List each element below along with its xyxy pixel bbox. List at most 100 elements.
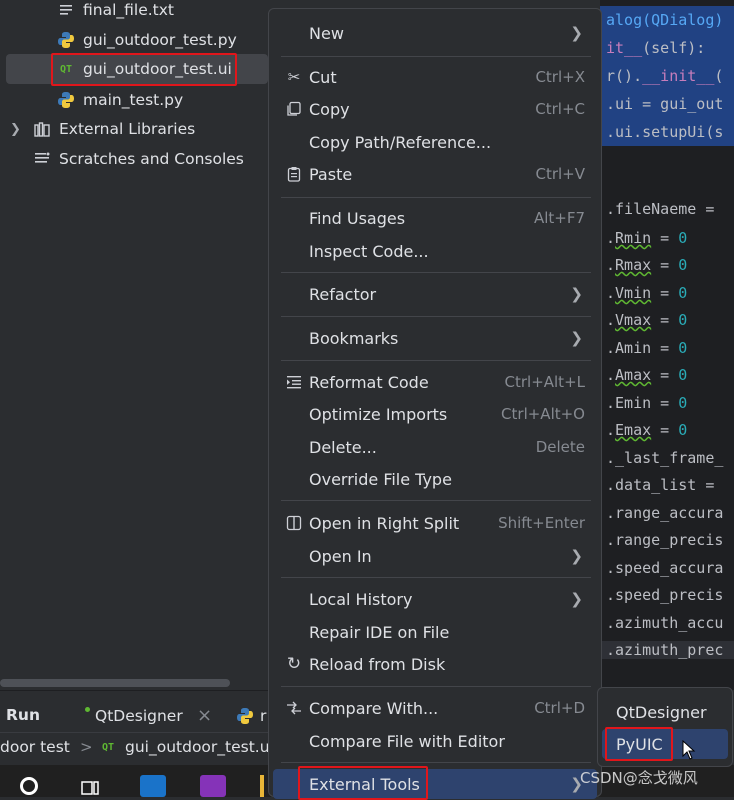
menu-item-paste[interactable]: Paste Ctrl+V <box>273 159 597 189</box>
tree-item-label: gui_outdoor_test.ui <box>83 60 232 78</box>
run-panel-title[interactable]: Run <box>6 706 40 724</box>
menu-separator <box>281 197 591 198</box>
context-menu: New ❯ ✂ Cut Ctrl+X Copy Ctrl+C Copy Path… <box>268 8 602 800</box>
menu-separator <box>281 500 591 501</box>
horizontal-scrollbar[interactable] <box>0 679 230 687</box>
mouse-cursor-icon <box>682 739 696 764</box>
text-file-icon <box>56 0 76 20</box>
menu-item-repair-ide[interactable]: Repair IDE on File <box>273 617 597 647</box>
code-line: .Emin = 0 <box>606 394 688 412</box>
menu-item-delete[interactable]: Delete... Delete <box>273 432 597 462</box>
menu-item-cut[interactable]: ✂ Cut Ctrl+X <box>273 62 597 92</box>
tree-item-gui-outdoor-test-py[interactable]: gui_outdoor_test.py <box>56 26 237 54</box>
code-line: .Emax = 0 <box>606 421 688 439</box>
qt-ui-file-icon: QT <box>102 742 115 753</box>
outlook-icon[interactable] <box>140 775 166 797</box>
chevron-right-icon: ❯ <box>570 590 583 608</box>
watermark: CSDN@念戈微风 <box>580 769 698 787</box>
python-icon <box>56 30 76 50</box>
menu-separator <box>281 762 591 763</box>
chevron-right-icon: ❯ <box>570 329 583 347</box>
run-tab-partial[interactable]: r <box>260 707 266 725</box>
tree-item-final-file[interactable]: final_file.txt <box>56 0 174 24</box>
code-editor[interactable]: alog(QDialog) it__(self): r().__init__( … <box>600 0 734 690</box>
menu-item-compare-file-with-editor[interactable]: Compare File with Editor <box>273 726 597 756</box>
menu-item-compare-with[interactable]: Compare With... Ctrl+D <box>273 693 597 723</box>
task-view-icon[interactable] <box>80 779 100 795</box>
submenu-item-qtdesigner[interactable]: QtDesigner <box>602 697 728 727</box>
tree-item-label: final_file.txt <box>83 1 175 19</box>
menu-item-optimize-imports[interactable]: Optimize Imports Ctrl+Alt+O <box>273 399 597 429</box>
python-icon <box>236 707 254 729</box>
onenote-icon[interactable] <box>200 775 226 797</box>
code-line: .ui.setupUi(s <box>600 118 734 146</box>
run-tab-qtdesigner[interactable]: QtDesigner <box>95 707 183 725</box>
code-line: .Amax = 0 <box>606 366 688 384</box>
tree-item-label: gui_outdoor_test.py <box>83 31 237 49</box>
python-icon <box>56 90 76 110</box>
menu-item-open-right-split[interactable]: Open in Right Split Shift+Enter <box>273 508 597 538</box>
code-line: .speed_precis <box>606 586 724 604</box>
search-icon[interactable] <box>20 777 38 795</box>
menu-item-inspect-code[interactable]: Inspect Code... <box>273 236 597 266</box>
code-line: r().__init__( <box>600 62 734 90</box>
chevron-right-icon: ❯ <box>570 547 583 565</box>
reload-icon: ↻ <box>286 654 302 674</box>
reformat-icon <box>285 373 303 391</box>
menu-item-external-tools[interactable]: External Tools ❯ <box>273 769 597 799</box>
code-line: .azimuth_accu <box>606 614 724 632</box>
project-tree: final_file.txt gui_outdoor_test.py QT gu… <box>0 0 268 690</box>
breadcrumb-separator: > <box>80 738 93 756</box>
external-tools-submenu: QtDesigner PyUIC <box>597 687 733 767</box>
code-line: .data_list = <box>606 476 724 494</box>
menu-item-reformat-code[interactable]: Reformat Code Ctrl+Alt+L <box>273 367 597 397</box>
chevron-right-icon: ❯ <box>570 24 583 42</box>
code-line: .Rmax = 0 <box>606 256 688 274</box>
qt-ui-file-icon: QT <box>59 63 73 75</box>
menu-item-copy-path[interactable]: Copy Path/Reference... <box>273 127 597 157</box>
compare-icon <box>285 699 303 717</box>
code-line: .azimuth_prec <box>600 641 734 659</box>
tree-item-main-test-py[interactable]: main_test.py <box>56 86 183 114</box>
menu-separator <box>281 316 591 317</box>
code-line: .Rmin = 0 <box>606 229 688 247</box>
code-line: .Vmin = 0 <box>606 284 688 302</box>
menu-item-local-history[interactable]: Local History ❯ <box>273 584 597 614</box>
tree-item-external-libraries[interactable]: ❯ External Libraries <box>10 115 195 143</box>
close-tab-icon[interactable]: × <box>197 705 212 726</box>
library-icon <box>32 119 52 139</box>
code-line: .ui = gui_out <box>600 90 734 118</box>
taskbar-app-icon[interactable] <box>260 775 264 797</box>
scratches-icon <box>32 149 52 169</box>
menu-separator <box>281 272 591 273</box>
code-line: alog(QDialog) <box>600 6 734 34</box>
menu-item-override-file-type[interactable]: Override File Type <box>273 464 597 494</box>
code-line: .range_accura <box>606 504 724 522</box>
paste-icon <box>285 165 303 183</box>
menu-item-refactor[interactable]: Refactor ❯ <box>273 279 597 309</box>
chevron-right-icon[interactable]: ❯ <box>10 122 32 137</box>
menu-item-reload-from-disk[interactable]: ↻ Reload from Disk <box>273 649 597 679</box>
menu-separator <box>281 360 591 361</box>
menu-item-open-in[interactable]: Open In ❯ <box>273 541 597 571</box>
copy-icon <box>285 100 303 118</box>
code-line: .Amin = 0 <box>606 339 688 357</box>
menu-item-copy[interactable]: Copy Ctrl+C <box>273 94 597 124</box>
menu-item-new[interactable]: New ❯ <box>273 18 597 48</box>
menu-item-find-usages[interactable]: Find Usages Alt+F7 <box>273 203 597 233</box>
python-run-dot-icon <box>85 707 90 712</box>
tree-item-label: Scratches and Consoles <box>59 150 244 168</box>
menu-separator <box>281 686 591 687</box>
tree-item-scratches[interactable]: Scratches and Consoles <box>32 145 244 173</box>
code-line: .Vmax = 0 <box>606 311 688 329</box>
menu-separator <box>281 56 591 57</box>
split-icon <box>285 514 303 532</box>
submenu-item-pyuic[interactable]: PyUIC <box>602 729 728 759</box>
code-line: ._last_frame_ <box>606 449 724 467</box>
menu-item-bookmarks[interactable]: Bookmarks ❯ <box>273 323 597 353</box>
code-line: .range_precis <box>606 531 724 549</box>
breadcrumb-file[interactable]: gui_outdoor_test.ui <box>125 738 274 756</box>
code-line: .speed_accura <box>606 559 724 577</box>
tree-item-gui-outdoor-test-ui[interactable]: QT gui_outdoor_test.ui <box>56 55 232 83</box>
breadcrumb-project[interactable]: door test <box>0 738 70 756</box>
